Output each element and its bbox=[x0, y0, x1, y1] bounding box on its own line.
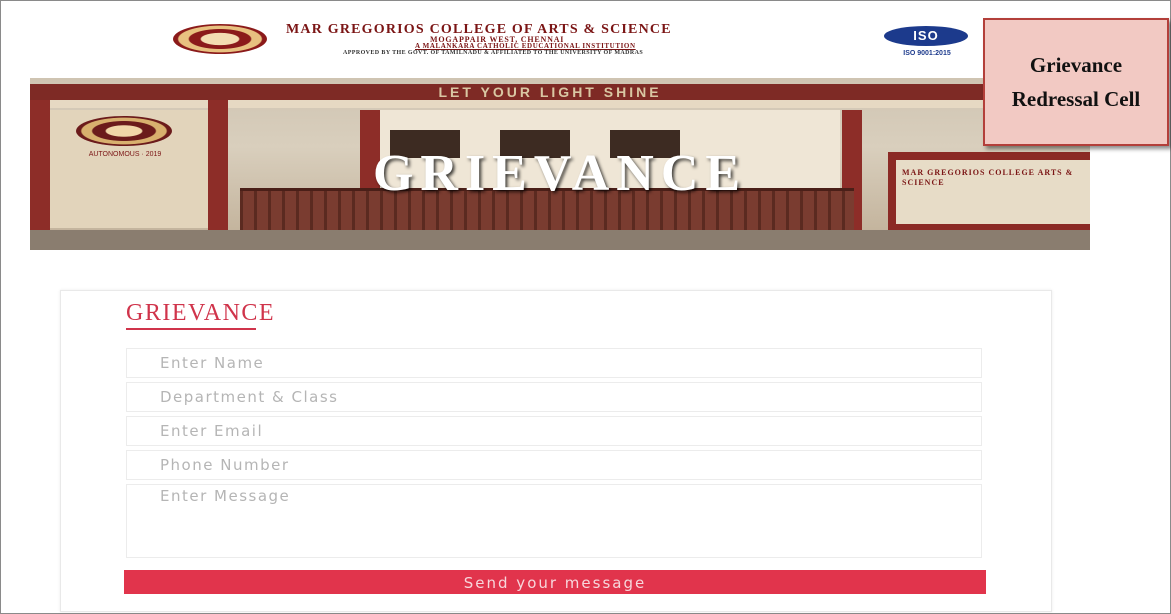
college-affiliation: APPROVED BY THE GOVT. OF TAMILNADU & AFF… bbox=[343, 50, 644, 56]
banner-band bbox=[30, 100, 1090, 108]
phone-input[interactable] bbox=[126, 450, 982, 480]
callout-text: Grievance Redressal Cell bbox=[1011, 53, 1141, 111]
iso-badge: ISO ISO 9001:2015 bbox=[882, 26, 972, 64]
form-heading: GRIEVANCE bbox=[126, 300, 276, 326]
email-input[interactable] bbox=[126, 416, 982, 446]
college-name: MAR GREGORIOS COLLEGE OF ARTS & SCIENCE bbox=[286, 22, 672, 37]
department-class-input[interactable] bbox=[126, 382, 982, 412]
banner-title: GRIEVANCE bbox=[372, 145, 748, 202]
college-institution-type: A MALANKARA CATHOLIC EDUCATIONAL INSTITU… bbox=[415, 42, 636, 50]
send-message-button[interactable]: Send your message bbox=[124, 570, 986, 594]
wall-emblem bbox=[76, 116, 172, 146]
banner-slogan: LET YOUR LIGHT SHINE bbox=[438, 84, 662, 100]
iso-logo: ISO bbox=[884, 26, 968, 46]
grievance-redressal-callout: Grievance Redressal Cell bbox=[983, 18, 1169, 146]
message-textarea[interactable] bbox=[126, 484, 982, 558]
iso-standard: ISO 9001:2015 bbox=[903, 50, 951, 57]
name-input[interactable] bbox=[126, 348, 982, 378]
college-logo bbox=[173, 24, 267, 54]
heading-underline bbox=[126, 328, 256, 330]
ground bbox=[30, 230, 1090, 250]
hero-banner: LET YOUR LIGHT SHINE AUTONOMOUS · 2019 M… bbox=[30, 78, 1090, 250]
